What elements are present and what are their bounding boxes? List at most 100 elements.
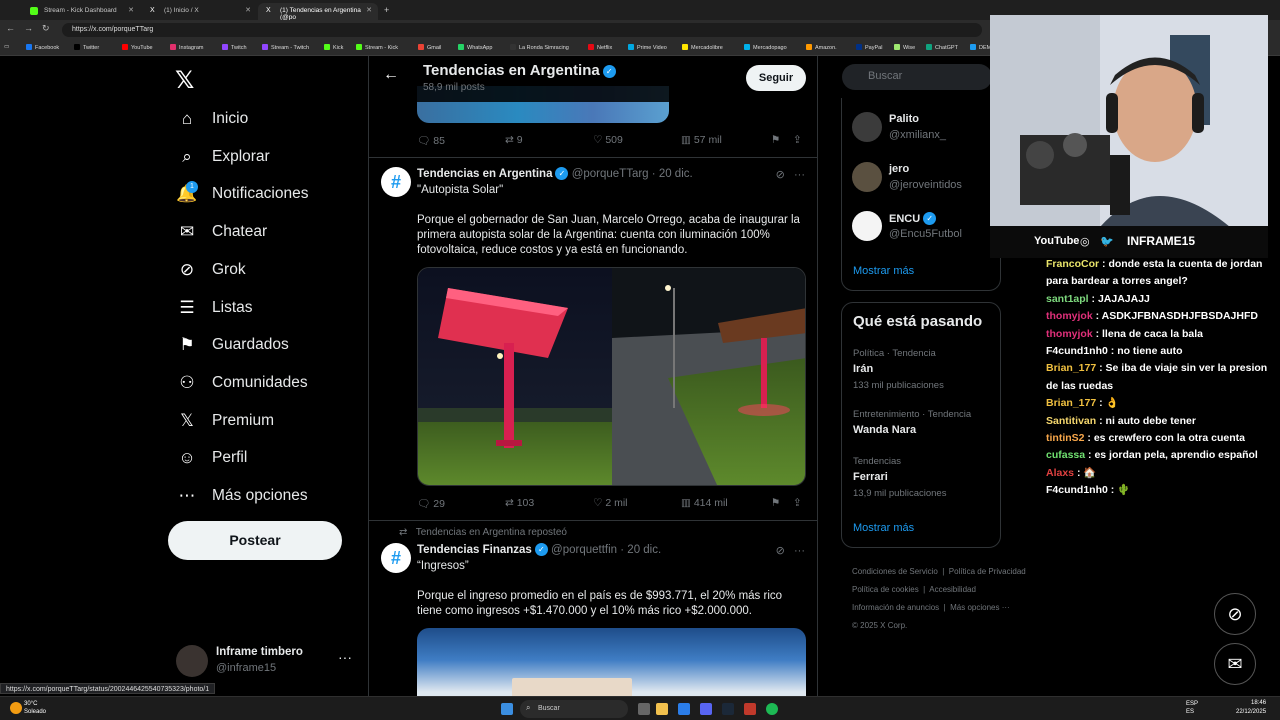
- back-arrow-icon[interactable]: ←: [383, 66, 399, 84]
- repost-button[interactable]: ⇄ 103: [505, 497, 534, 509]
- close-tab-icon[interactable]: ✕: [245, 6, 251, 14]
- share-button[interactable]: ⇪: [793, 497, 802, 509]
- bookmark-item[interactable]: ChatGPT: [926, 44, 958, 51]
- more-icon[interactable]: ···: [338, 649, 352, 665]
- sidebar-item-explorar[interactable]: ⌕ Explorar: [176, 142, 269, 172]
- bookmark-item[interactable]: WhatsApp: [458, 44, 492, 51]
- views-button[interactable]: ▥ 57 mil: [681, 134, 722, 146]
- url-input[interactable]: https://x.com/porqueTTarg: [62, 23, 982, 37]
- new-tab-button[interactable]: +: [380, 3, 396, 20]
- grok-float-button[interactable]: ⊘: [1214, 593, 1256, 635]
- bookmark-button[interactable]: ⚑: [771, 134, 780, 146]
- bookmark-item[interactable]: Twitch: [222, 44, 247, 51]
- forward-nav-icon[interactable]: →: [24, 23, 33, 33]
- sidebar-item-label: Más opciones: [212, 487, 308, 504]
- clock[interactable]: 18:46 22/12/2025: [1236, 699, 1266, 717]
- bookmark-item[interactable]: PayPal: [856, 44, 882, 51]
- x-logo-icon[interactable]: 𝕏: [175, 66, 194, 95]
- spotify-icon[interactable]: [766, 703, 778, 715]
- chat-text: ni auto debe tener: [1105, 414, 1196, 427]
- repost-indicator: ⇄ Tendencias en Argentina reposteó: [399, 527, 567, 538]
- tweet-text: Porque el gobernador de San Juan, Marcel…: [417, 214, 800, 256]
- like-button[interactable]: ♡ 2 mil: [593, 497, 628, 509]
- steam-icon[interactable]: [722, 703, 734, 715]
- language-indicator[interactable]: ESP ES: [1186, 700, 1206, 716]
- bookmarks-apps-icon[interactable]: ▭: [4, 44, 9, 50]
- bookmark-item[interactable]: Prime Video: [628, 44, 667, 51]
- reload-icon[interactable]: ↻: [42, 23, 50, 34]
- grok-icon[interactable]: ⊘: [776, 169, 785, 181]
- bookmark-item[interactable]: Amazon.: [806, 44, 837, 51]
- messages-float-button[interactable]: ✉: [1214, 643, 1256, 685]
- bookmark-item[interactable]: Wise: [894, 44, 915, 51]
- bookmark-item[interactable]: Facebook: [26, 44, 59, 51]
- sidebar-item-perfil[interactable]: ☺ Perfil: [176, 443, 247, 473]
- close-tab-icon[interactable]: ✕: [128, 6, 134, 14]
- sidebar-item-más-opciones[interactable]: ⋯ Más opciones: [176, 481, 308, 511]
- tweet-image[interactable]: [417, 628, 806, 696]
- bookmark-item[interactable]: Kick: [324, 44, 343, 51]
- reply-button[interactable]: 🗨 85: [417, 134, 445, 147]
- bookmark-item[interactable]: Stream - Twitch: [262, 44, 309, 51]
- show-more-link[interactable]: Mostrar más: [853, 265, 914, 277]
- sidebar-item-comunidades[interactable]: ⚇ Comunidades: [176, 368, 307, 398]
- bookmark-button[interactable]: ⚑: [771, 497, 780, 509]
- sidebar-item-inicio[interactable]: ⌂ Inicio: [176, 104, 248, 134]
- sidebar-item-premium[interactable]: 𝕏 Premium: [176, 406, 274, 436]
- show-more-link[interactable]: Mostrar más: [853, 522, 914, 534]
- more-icon[interactable]: ···: [794, 545, 805, 557]
- search-input[interactable]: Buscar: [842, 64, 992, 90]
- sidebar-item-grok[interactable]: ⊘ Grok: [176, 255, 246, 285]
- bookmark-favicon-icon: [324, 44, 330, 50]
- social-bar: YouTube ◎ 🐦 INFRAME15: [990, 226, 1268, 258]
- grok-icon[interactable]: ⊘: [776, 545, 785, 557]
- tab-kick-dashboard[interactable]: Stream - Kick Dashboard ✕: [22, 3, 140, 20]
- tweet-actions: 🗨 85 ⇄ 9 ♡ 509 ▥ 57 mil ⚑ ⇪: [417, 134, 809, 150]
- app-icon[interactable]: [744, 703, 756, 715]
- trend-item[interactable]: Wanda Nara: [853, 424, 916, 436]
- repost-button[interactable]: ⇄ 9: [505, 134, 523, 146]
- views-button[interactable]: ▥ 414 mil: [681, 497, 728, 509]
- account-switcher[interactable]: Inframe timbero @inframe15 ···: [176, 643, 356, 679]
- bookmark-item[interactable]: Mercadopago: [744, 44, 787, 51]
- bookmark-item[interactable]: La Ronda Simracing: [510, 44, 569, 51]
- follow-button[interactable]: Seguir: [746, 65, 806, 91]
- close-tab-icon[interactable]: ✕: [366, 6, 372, 14]
- bookmark-item[interactable]: Mercadolibre: [682, 44, 723, 51]
- discord-icon[interactable]: [700, 703, 712, 715]
- tweet-avatar[interactable]: #: [381, 167, 411, 197]
- bookmark-item[interactable]: Twitter: [74, 44, 99, 51]
- start-icon[interactable]: [501, 703, 513, 715]
- weather-widget[interactable]: 30°C Soleado: [24, 700, 46, 716]
- tab-x-inicio[interactable]: X (1) Inicio / X ✕: [142, 3, 257, 20]
- bookmark-favicon-icon: [356, 44, 362, 50]
- file-explorer-icon[interactable]: [656, 703, 668, 715]
- verified-icon: ✓: [534, 543, 548, 556]
- bookmark-item[interactable]: Gmail: [418, 44, 441, 51]
- post-button[interactable]: Postear: [168, 521, 342, 560]
- timeline: ← Tendencias en Argentina ✓ 58,9 mil post…: [368, 56, 818, 696]
- more-icon[interactable]: ···: [794, 169, 805, 181]
- taskbar-search[interactable]: Buscar: [520, 700, 628, 718]
- back-nav-icon[interactable]: ←: [6, 23, 15, 33]
- task-view-icon[interactable]: [638, 703, 650, 715]
- bookmark-item[interactable]: Netflix: [588, 44, 612, 51]
- tab-tendencias[interactable]: X (1) Tendencias en Argentina (@po ✕: [258, 3, 378, 21]
- chat-message: thomyjok : ASDKJFBNASDHJFBSDAJHFD: [1046, 310, 1258, 323]
- bookmark-item[interactable]: Instagram: [170, 44, 203, 51]
- user-name: Palito: [889, 113, 919, 125]
- sidebar-item-listas[interactable]: ☰ Listas: [176, 293, 252, 323]
- trend-item[interactable]: Irán: [853, 363, 873, 375]
- bookmark-favicon-icon: [806, 44, 812, 50]
- sidebar-item-chatear[interactable]: ✉ Chatear: [176, 217, 267, 247]
- tweet-avatar[interactable]: #: [381, 543, 411, 573]
- tweet-image[interactable]: [417, 267, 806, 486]
- like-button[interactable]: ♡ 509: [593, 134, 623, 146]
- edge-icon[interactable]: [678, 703, 690, 715]
- bookmark-item[interactable]: YouTube: [122, 44, 153, 51]
- sidebar-item-guardados[interactable]: ⚑ Guardados: [176, 330, 288, 360]
- reply-button[interactable]: 🗨 29: [417, 497, 445, 510]
- trend-item[interactable]: Ferrari: [853, 471, 888, 483]
- share-button[interactable]: ⇪: [793, 134, 802, 146]
- bookmark-item[interactable]: Stream - Kick: [356, 44, 398, 51]
